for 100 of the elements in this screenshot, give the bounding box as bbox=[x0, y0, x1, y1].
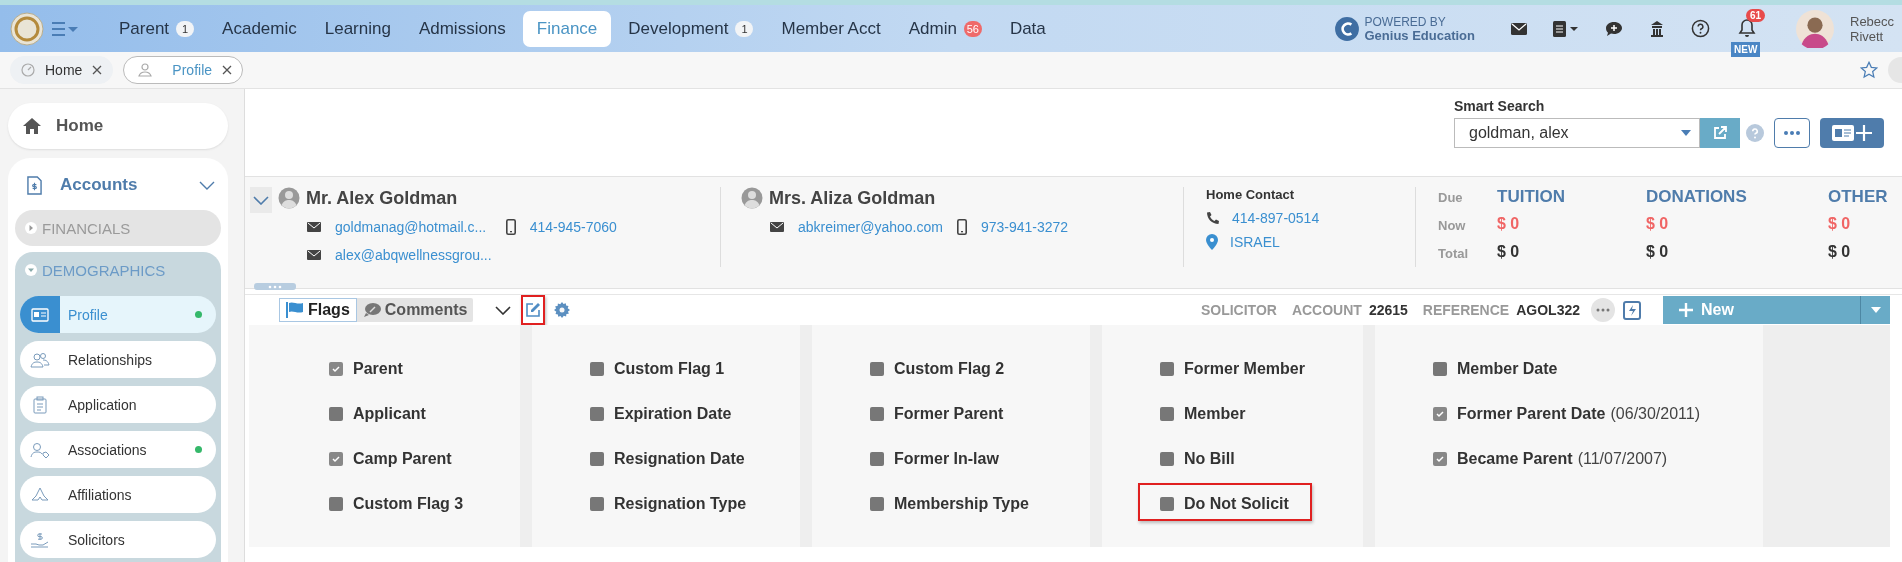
checkbox[interactable] bbox=[590, 362, 604, 376]
checkbox[interactable] bbox=[590, 497, 604, 511]
mail-icon bbox=[770, 222, 784, 232]
bell-icon[interactable] bbox=[1738, 17, 1756, 38]
sidebar-item[interactable]: Affiliations bbox=[20, 476, 216, 513]
edit-button[interactable] bbox=[521, 295, 546, 325]
nav-tab[interactable]: Admissions bbox=[407, 10, 517, 47]
menu-icon[interactable] bbox=[52, 21, 78, 36]
nav-tab[interactable]: Data bbox=[998, 10, 1057, 47]
flag-date: (11/07/2007) bbox=[1577, 450, 1668, 468]
home-button[interactable]: Home bbox=[8, 103, 228, 149]
user-last-name: Rivett bbox=[1850, 28, 1885, 44]
expand-caret-icon bbox=[25, 222, 37, 234]
nav-tab[interactable]: Admin 56 bbox=[897, 10, 993, 47]
clipboard-icon bbox=[33, 395, 47, 414]
sidebar-item[interactable]: Associations bbox=[20, 431, 216, 468]
close-icon[interactable] bbox=[222, 65, 233, 75]
mail-icon bbox=[307, 222, 321, 232]
more-button[interactable] bbox=[1591, 298, 1615, 322]
building-icon[interactable] bbox=[1649, 20, 1665, 37]
collapse-button[interactable] bbox=[250, 187, 272, 213]
mail-icon bbox=[307, 250, 321, 260]
balance-heading: OTHER bbox=[1828, 187, 1888, 205]
sidebar-item[interactable]: Application bbox=[20, 386, 216, 423]
reference-label: REFERENCE bbox=[1422, 302, 1510, 318]
help-icon[interactable] bbox=[1691, 19, 1710, 38]
nav-tab[interactable]: Academic bbox=[211, 10, 308, 47]
resize-handle[interactable] bbox=[254, 283, 296, 290]
solicitor-label: SOLICITOR bbox=[1200, 302, 1277, 318]
sidebar-item[interactable]: Relationships bbox=[20, 341, 216, 378]
tab-label: Profile bbox=[172, 62, 213, 78]
powered-by-label: POWERED BY bbox=[1364, 15, 1447, 29]
checkbox[interactable] bbox=[1160, 497, 1174, 511]
checkbox[interactable] bbox=[1160, 407, 1174, 421]
chevron-down-icon bbox=[253, 195, 269, 205]
count-badge: 1 bbox=[735, 20, 754, 37]
nav-tab[interactable]: Member Acct bbox=[770, 10, 892, 47]
flag-label: Do Not Solicit bbox=[1184, 495, 1289, 513]
checkbox[interactable] bbox=[1433, 362, 1447, 376]
accounts-header[interactable]: Accounts bbox=[15, 166, 221, 204]
mail-icon[interactable] bbox=[1511, 22, 1527, 35]
logo-icon[interactable] bbox=[10, 11, 44, 46]
dropdown-button[interactable] bbox=[1860, 296, 1890, 324]
flag-label: Custom Flag 3 bbox=[353, 495, 464, 513]
open-link-button[interactable] bbox=[1700, 118, 1740, 148]
document-lightning-icon[interactable] bbox=[1622, 299, 1642, 321]
id-card-icon bbox=[31, 307, 49, 322]
checkbox[interactable] bbox=[329, 497, 343, 511]
flag-label: No Bill bbox=[1184, 450, 1235, 468]
open-tab[interactable]: Home bbox=[10, 56, 114, 84]
count-badge: 1 bbox=[176, 20, 195, 37]
checkbox[interactable] bbox=[329, 362, 343, 376]
checkbox[interactable] bbox=[870, 407, 884, 421]
avatar-icon[interactable] bbox=[1796, 9, 1834, 48]
checkbox[interactable] bbox=[1433, 452, 1447, 466]
star-icon[interactable] bbox=[1860, 61, 1878, 79]
brand-name: Genius Education bbox=[1364, 28, 1475, 42]
more-button[interactable] bbox=[1774, 118, 1810, 148]
checkbox[interactable] bbox=[329, 407, 343, 421]
close-icon[interactable] bbox=[92, 65, 103, 75]
checkbox[interactable] bbox=[1433, 407, 1447, 421]
checkbox[interactable] bbox=[590, 452, 604, 466]
flag-label: Former Parent bbox=[894, 405, 1004, 423]
checkbox[interactable] bbox=[1160, 452, 1174, 466]
caret-down-icon bbox=[1870, 307, 1881, 313]
edit-icon bbox=[525, 302, 542, 318]
flag-label: Applicant bbox=[353, 405, 426, 423]
chat-add-icon[interactable] bbox=[1605, 20, 1623, 37]
checkbox[interactable] bbox=[870, 497, 884, 511]
nav-tab[interactable]: Development 1 bbox=[617, 10, 765, 47]
flag-label: Resignation Type bbox=[614, 495, 747, 513]
balance-now-value: $ 0 bbox=[1828, 215, 1852, 233]
search-field[interactable]: goldman, alex bbox=[1454, 118, 1700, 148]
avatar-icon bbox=[741, 187, 763, 209]
add-contact-button[interactable] bbox=[1820, 118, 1884, 148]
chevron-down-icon[interactable] bbox=[495, 305, 512, 315]
hand-dollar-icon bbox=[30, 531, 50, 548]
balance-total-value: $ 0 bbox=[1646, 243, 1670, 261]
panel-tab[interactable]: Comments bbox=[356, 298, 474, 322]
account-number: 22615 bbox=[1368, 302, 1408, 318]
ellipsis-icon bbox=[268, 284, 282, 289]
panel-tab[interactable]: Flags bbox=[279, 298, 357, 322]
nav-tab[interactable]: Parent 1 bbox=[108, 10, 206, 47]
balance-heading: DONATIONS bbox=[1646, 187, 1748, 205]
checkbox[interactable] bbox=[329, 452, 343, 466]
nav-tab[interactable]: Learning bbox=[313, 10, 402, 47]
chevron-down-icon bbox=[199, 180, 215, 190]
location-pin-icon bbox=[1206, 234, 1218, 250]
flag-icon bbox=[286, 302, 304, 318]
sidebar-item[interactable]: Solicitors bbox=[20, 521, 216, 558]
document-dropdown-icon[interactable] bbox=[1553, 20, 1579, 37]
checkbox[interactable] bbox=[870, 452, 884, 466]
settings-icon[interactable] bbox=[554, 302, 571, 318]
checkbox[interactable] bbox=[870, 362, 884, 376]
invoice-icon bbox=[27, 175, 42, 195]
flag-label: Parent bbox=[353, 360, 403, 378]
contact-name: Mrs. Aliza Goldman bbox=[769, 187, 936, 209]
checkbox[interactable] bbox=[1160, 362, 1174, 376]
reference-code: AGOL322 bbox=[1516, 302, 1580, 318]
checkbox[interactable] bbox=[590, 407, 604, 421]
